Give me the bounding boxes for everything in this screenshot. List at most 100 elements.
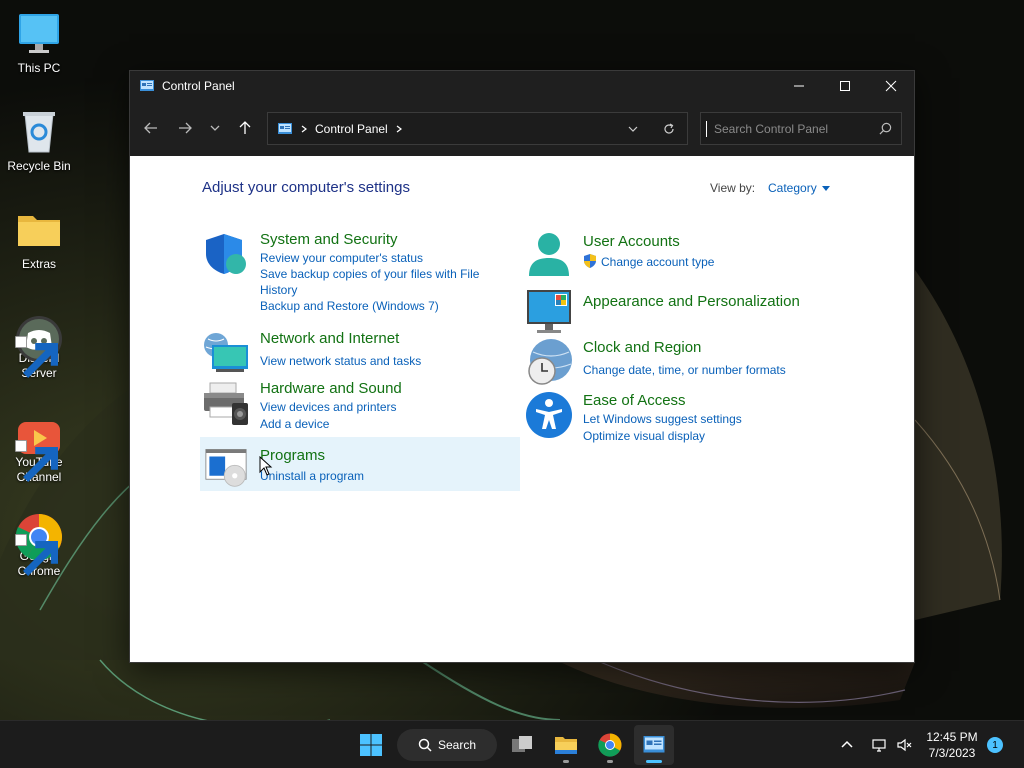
chrome-icon [15,498,63,576]
category-title[interactable]: Appearance and Personalization [583,292,800,312]
mouse-cursor-icon [259,456,273,476]
search-icon[interactable] [869,122,901,135]
desktop-icon-label: Extras [21,257,56,271]
link-devices-printers[interactable]: View devices and printers [260,399,402,415]
chevron-up-icon [841,740,853,748]
taskbar-clock[interactable]: 12:45 PM 7/3/2023 [920,729,984,761]
search-input[interactable] [706,120,869,137]
volume-tray-button[interactable] [892,733,916,757]
link-file-history[interactable]: Save backup copies of your files with Fi… [260,266,492,298]
forward-button[interactable] [168,113,202,143]
clock-time: 12:45 PM [926,730,978,744]
link-optimize-display[interactable]: Optimize visual display [583,428,742,444]
close-icon [885,80,897,92]
category-title[interactable]: Programs [260,446,364,466]
page-title: Adjust your computer's settings [202,179,410,196]
up-button[interactable] [228,113,262,143]
control-panel-window: Control Panel Control Panel Adjust your … [129,70,915,663]
desktop-icon-youtube-channel[interactable]: YouTube Channel [0,404,78,485]
shortcut-arrow-icon [15,440,58,482]
close-button[interactable] [868,71,914,101]
link-uninstall-program[interactable]: Uninstall a program [260,468,364,484]
recycle-bin-icon [15,108,63,156]
control-panel-taskbar-button[interactable] [634,725,674,765]
link-suggest-settings[interactable]: Let Windows suggest settings [583,411,742,427]
caret-down-icon [821,186,830,191]
arrow-left-icon [144,122,157,134]
desktop-icon-label: Recycle Bin [7,159,71,173]
control-panel-icon [278,122,292,134]
window-title: Control Panel [162,79,235,93]
control-panel-icon [643,736,665,753]
maximize-icon [840,81,850,91]
start-button[interactable] [351,725,391,765]
refresh-button[interactable] [651,113,687,144]
category-title[interactable]: Hardware and Sound [260,379,402,399]
recent-locations-button[interactable] [202,113,228,143]
minimize-button[interactable] [776,71,822,101]
clock-globe-icon [525,338,573,386]
address-row: Control Panel [130,101,914,155]
category-title[interactable]: Network and Internet [260,329,421,349]
desktop-icon-recycle-bin[interactable]: Recycle Bin [0,108,78,174]
title-bar[interactable]: Control Panel [130,71,914,101]
link-network-status[interactable]: View network status and tasks [260,353,421,369]
desktop-icon-extras[interactable]: Extras [0,206,78,272]
search-box[interactable] [700,112,902,145]
folder-icon [555,737,577,754]
category-system-and-security: System and Security Review your computer… [202,230,492,314]
show-hidden-icons-button[interactable] [835,733,859,757]
shield-icon [202,230,250,278]
view-by-dropdown[interactable]: Category [768,181,830,195]
address-bar[interactable]: Control Panel [267,112,688,145]
folder-icon [15,206,63,254]
category-hardware-and-sound: Hardware and Sound View devices and prin… [202,379,402,432]
taskbar-search-button[interactable]: Search [397,729,497,761]
back-button[interactable] [134,113,168,143]
task-view-button[interactable] [502,725,542,765]
category-appearance-and-personalization: Appearance and Personalization [525,288,800,336]
category-title[interactable]: User Accounts [583,232,714,252]
network-tray-button[interactable] [867,733,891,757]
category-title[interactable]: Ease of Access [583,391,742,411]
maximize-button[interactable] [822,71,868,101]
desktop-icon-this-pc[interactable]: This PC [0,10,78,76]
appearance-icon [525,288,573,336]
control-panel-content: Adjust your computer's settings View by:… [130,156,914,662]
chevron-down-icon [210,125,220,131]
printer-icon [202,379,250,427]
breadcrumb-control-panel[interactable]: Control Panel [315,122,388,136]
view-by-label: View by: [710,181,756,195]
category-title[interactable]: System and Security [260,230,492,250]
accessibility-icon [525,391,573,439]
shortcut-arrow-icon [15,534,58,576]
taskbar: Search 12:45 PM 7/3/2023 1 [0,720,1024,768]
link-review-status[interactable]: Review your computer's status [260,250,492,266]
link-backup-restore[interactable]: Backup and Restore (Windows 7) [260,298,492,314]
youtube-icon [15,404,63,482]
address-dropdown-button[interactable] [615,113,651,144]
notification-badge[interactable]: 1 [987,737,1003,753]
chevron-down-icon [628,126,638,132]
chrome-taskbar-button[interactable] [590,725,630,765]
desktop-icon-google-chrome[interactable]: Google Chrome [0,498,78,579]
taskbar-search-label: Search [437,738,477,752]
category-title[interactable]: Clock and Region [583,338,786,358]
desktop-icon-label: This PC [17,61,61,75]
chevron-right-icon[interactable] [300,125,308,133]
link-change-date-time[interactable]: Change date, time, or number formats [583,362,786,378]
view-by-value: Category [768,181,817,195]
network-globe-icon [202,329,250,377]
link-change-account-type[interactable]: Change account type [583,254,714,270]
file-explorer-button[interactable] [546,725,586,765]
monitor-icon [15,10,63,58]
link-text: Change account type [601,255,715,269]
chevron-right-icon[interactable] [395,125,403,133]
minimize-icon [794,85,804,87]
category-clock-and-region: Clock and Region Change date, time, or n… [525,338,786,386]
windows-logo-icon [360,734,382,756]
desktop-icon-discord-server[interactable]: Discord Server [0,300,78,381]
programs-icon [202,446,250,487]
link-add-device[interactable]: Add a device [260,416,402,432]
category-programs[interactable]: Programs Uninstall a program [200,437,520,491]
